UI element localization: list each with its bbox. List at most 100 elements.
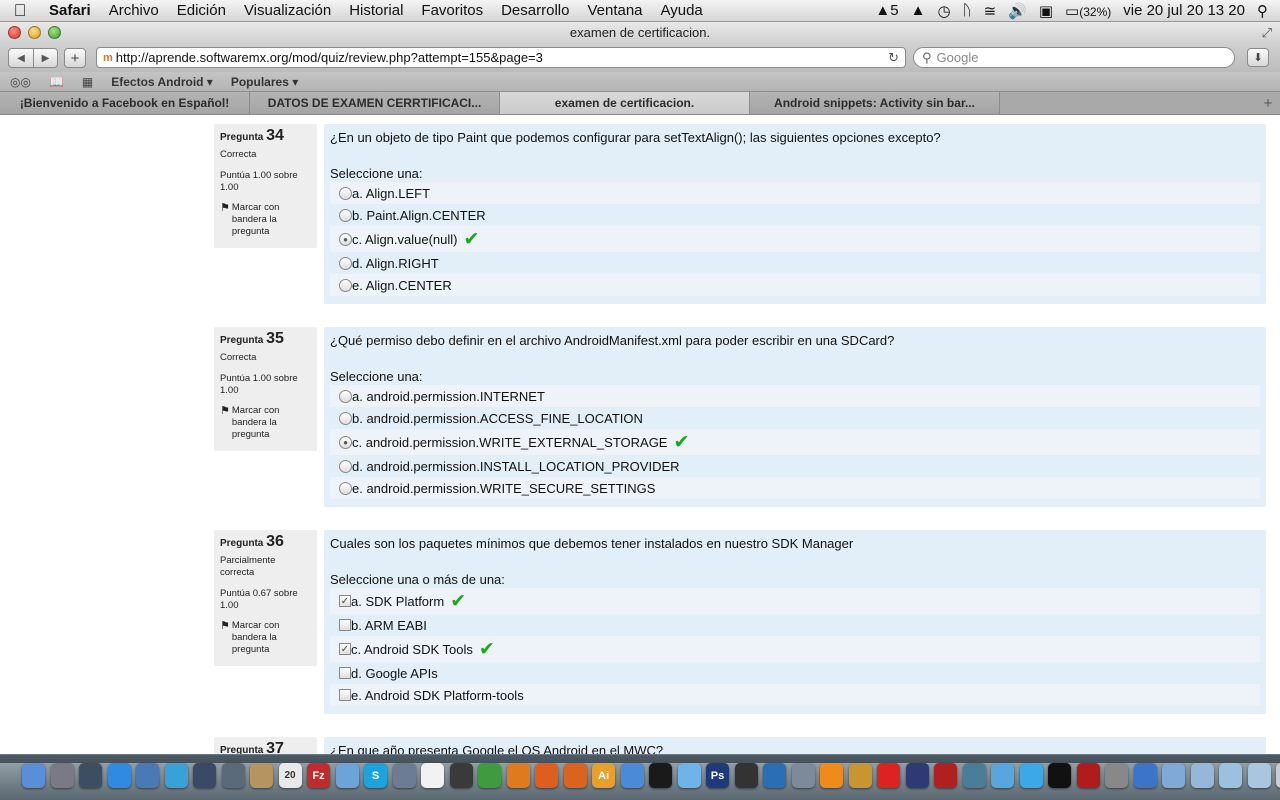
- textedit-icon[interactable]: [421, 763, 444, 788]
- dashcode-icon[interactable]: [791, 763, 815, 788]
- downloads-button[interactable]: ⬇: [1247, 48, 1269, 67]
- flag-question-link[interactable]: ⚑ Marcar con bandera la pregunta: [220, 620, 311, 656]
- quicktime-icon[interactable]: [193, 763, 216, 788]
- address-book-icon[interactable]: [250, 763, 273, 788]
- app-store-icon[interactable]: [107, 763, 131, 788]
- unity-icon[interactable]: [734, 763, 758, 788]
- growl-icon[interactable]: ▲: [911, 2, 926, 19]
- answer-option[interactable]: b. android.permission.ACCESS_FINE_LOCATI…: [330, 407, 1260, 429]
- add-bookmark-button[interactable]: +: [64, 48, 86, 68]
- answer-option[interactable]: d. Google APIs: [330, 662, 1260, 684]
- illustrator-icon[interactable]: Ai: [592, 763, 615, 788]
- answer-option[interactable]: e. android.permission.WRITE_SECURE_SETTI…: [330, 477, 1260, 499]
- photo-booth-icon[interactable]: [449, 763, 473, 788]
- menu-edicion[interactable]: Edición: [168, 2, 235, 19]
- clock[interactable]: vie 20 jul 20 13 20: [1123, 2, 1245, 19]
- reading-list-icon[interactable]: ◎◎: [10, 75, 31, 89]
- address-bar[interactable]: m http://aprende.softwaremx.org/mod/quiz…: [96, 47, 906, 68]
- menu-ayuda[interactable]: Ayuda: [652, 2, 712, 19]
- bookmarks-book-icon[interactable]: 📖: [49, 75, 64, 89]
- answer-option[interactable]: a. android.permission.INTERNET: [330, 385, 1260, 407]
- adobe-status-icon[interactable]: ▲5: [875, 2, 898, 19]
- time-machine-icon[interactable]: ◷: [937, 2, 950, 20]
- menu-favoritos[interactable]: Favoritos: [412, 2, 492, 19]
- radio-button[interactable]: [339, 278, 352, 292]
- tab-examen-certificacion[interactable]: examen de certificacion.: [500, 92, 750, 114]
- trash-icon[interactable]: [1276, 763, 1280, 788]
- photo-icon[interactable]: [677, 763, 701, 788]
- volume-icon[interactable]: 🔊: [1008, 2, 1027, 20]
- battery-icon[interactable]: ▭(32%): [1065, 2, 1111, 20]
- search-field[interactable]: ⚲ Google: [913, 47, 1235, 68]
- downloads-icon[interactable]: [1219, 763, 1242, 788]
- reload-icon[interactable]: ↻: [888, 50, 899, 66]
- radio-button[interactable]: [339, 459, 352, 473]
- firefox-alt-icon[interactable]: [563, 763, 587, 788]
- terminal-icon[interactable]: [1048, 763, 1071, 788]
- x11-icon[interactable]: [221, 763, 245, 788]
- flash-icon[interactable]: [1076, 763, 1100, 788]
- virtualbox-cube-icon[interactable]: [335, 763, 359, 788]
- checkbox-checked[interactable]: ✓: [339, 643, 351, 655]
- radio-button[interactable]: [339, 481, 352, 495]
- radio-button[interactable]: [339, 389, 352, 403]
- input-menu-icon[interactable]: ▣: [1039, 2, 1053, 20]
- answer-option[interactable]: ● c. Align.value(null) ✔: [330, 226, 1260, 252]
- eclipse-icon[interactable]: [905, 763, 929, 788]
- menu-ventana[interactable]: Ventana: [578, 2, 651, 19]
- spotlight-icon[interactable]: ⚲: [1257, 2, 1268, 20]
- answer-option[interactable]: ● c. android.permission.WRITE_EXTERNAL_ST…: [330, 429, 1260, 455]
- close-window-button[interactable]: [8, 26, 21, 39]
- cyberduck-icon[interactable]: [620, 763, 644, 788]
- ical-icon[interactable]: 20: [278, 763, 302, 788]
- xcode-tools-icon[interactable]: [1133, 763, 1157, 788]
- forward-button[interactable]: ▶: [33, 49, 57, 67]
- minimize-window-button[interactable]: [28, 26, 41, 39]
- filezilla-icon[interactable]: Fz: [307, 763, 330, 788]
- launchpad-icon[interactable]: [50, 763, 74, 788]
- tab-datos-examen[interactable]: DATOS DE EXAMEN CERRTIFICACI...: [250, 92, 500, 114]
- answer-option[interactable]: b. ARM EABI: [330, 614, 1260, 636]
- new-tab-button[interactable]: +: [1256, 92, 1280, 114]
- answer-option[interactable]: e. Android SDK Platform-tools: [330, 684, 1260, 706]
- top-sites-grid-icon[interactable]: ▦: [82, 75, 93, 89]
- xcode-icon[interactable]: [392, 763, 416, 788]
- puzzle-icon[interactable]: [848, 763, 872, 788]
- radio-button[interactable]: [339, 208, 352, 222]
- answer-option[interactable]: a. Align.LEFT: [330, 182, 1260, 204]
- answer-option[interactable]: ✓ a. SDK Platform ✔: [330, 588, 1260, 614]
- answer-option[interactable]: d. Align.RIGHT: [330, 252, 1260, 274]
- virtualbox-icon[interactable]: [763, 763, 786, 788]
- apple-menu-icon[interactable]: : [0, 1, 40, 21]
- bookmark-populares[interactable]: Populares ▾: [231, 75, 298, 89]
- zoom-window-button[interactable]: [48, 26, 61, 39]
- safari-icon[interactable]: [164, 763, 188, 788]
- wifi-icon[interactable]: ≅: [984, 2, 997, 20]
- utility-icon[interactable]: [934, 763, 957, 788]
- android-icon[interactable]: [478, 763, 501, 788]
- radio-button[interactable]: [339, 186, 352, 200]
- folder-icon[interactable]: [1162, 763, 1185, 788]
- photoshop-icon[interactable]: Ps: [706, 763, 729, 788]
- radio-button-selected[interactable]: ●: [339, 435, 352, 449]
- menu-visualizacion[interactable]: Visualización: [235, 2, 340, 19]
- answer-option[interactable]: e. Align.CENTER: [330, 274, 1260, 296]
- applications-icon[interactable]: [1247, 763, 1271, 788]
- back-button[interactable]: ◀: [9, 49, 33, 67]
- radio-button[interactable]: [339, 411, 352, 425]
- angry-birds-icon[interactable]: [877, 763, 900, 788]
- app-menu[interactable]: Safari: [40, 2, 100, 19]
- activity-icon[interactable]: [962, 763, 986, 788]
- bookmark-efectos-android[interactable]: Efectos Android ▾: [111, 75, 213, 89]
- vlc-icon[interactable]: [820, 763, 843, 788]
- firefox-icon[interactable]: [535, 763, 558, 788]
- checkbox-checked[interactable]: ✓: [339, 595, 351, 607]
- answer-option[interactable]: b. Paint.Align.CENTER: [330, 204, 1260, 226]
- menu-desarrollo[interactable]: Desarrollo: [492, 2, 578, 19]
- mission-control-icon[interactable]: [79, 763, 102, 788]
- itunes-icon[interactable]: [991, 763, 1014, 788]
- tab-android-snippets[interactable]: Android snippets: Activity sin bar...: [750, 92, 1000, 114]
- system-prefs-icon[interactable]: [1105, 763, 1128, 788]
- fullscreen-icon[interactable]: ⤢: [1262, 22, 1272, 44]
- cinema-icon[interactable]: [649, 763, 672, 788]
